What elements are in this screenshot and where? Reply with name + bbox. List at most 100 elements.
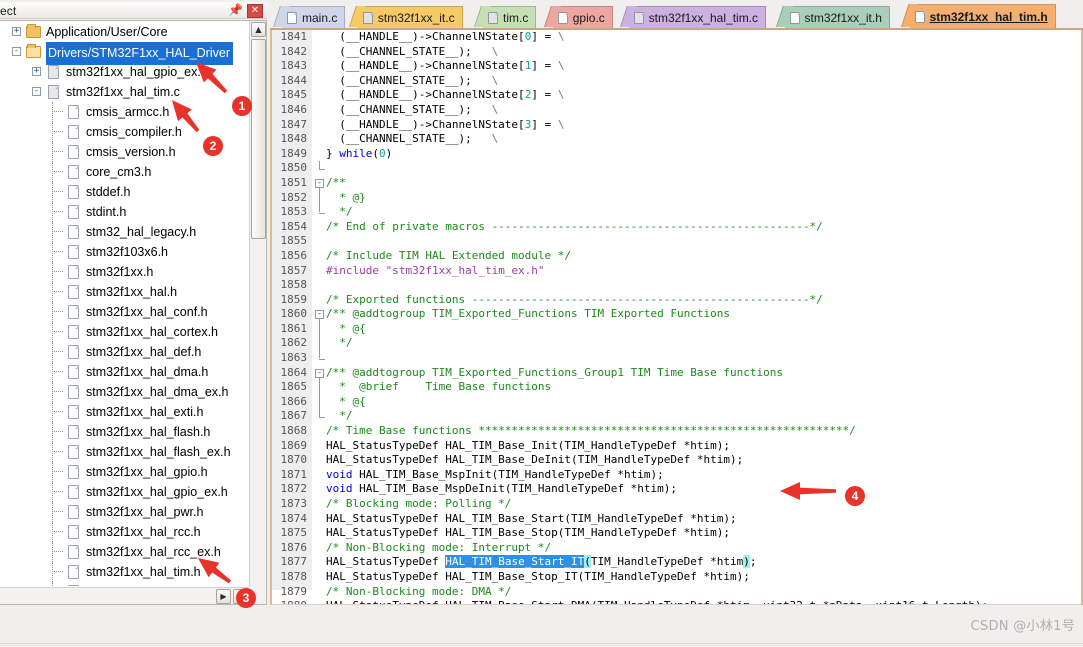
code-line[interactable]: * @{ bbox=[326, 395, 1081, 410]
code-line[interactable]: HAL_StatusTypeDef HAL_TIM_Base_Start_IT(… bbox=[326, 555, 1081, 570]
fold-toggle-icon[interactable]: - bbox=[315, 179, 324, 188]
watermark: CSDN @小林1号 bbox=[970, 619, 1075, 634]
code-line[interactable]: /* Include TIM HAL Extended module */ bbox=[326, 249, 1081, 264]
editor-tab[interactable]: stm32f1xx_it.h bbox=[775, 6, 890, 28]
tree-item[interactable]: stm32f1xx_hal_dma_ex.h bbox=[0, 382, 248, 402]
code-line[interactable]: /* Exported functions ------------------… bbox=[326, 293, 1081, 308]
tree-item-label: stm32f1xx_hal_gpio_ex.h bbox=[86, 485, 228, 499]
code-line[interactable]: (__HANDLE__)->ChannelNState[1] = \ bbox=[326, 59, 1081, 74]
tree-item-label: stm32f1xx_hal_flash.h bbox=[86, 425, 211, 439]
code-line[interactable]: (__HANDLE__)->ChannelNState[2] = \ bbox=[326, 88, 1081, 103]
code-line[interactable]: HAL_StatusTypeDef HAL_TIM_Base_Start(TIM… bbox=[326, 512, 1081, 527]
code-line[interactable]: (__CHANNEL_STATE__); \ bbox=[326, 74, 1081, 89]
code-line[interactable]: (__CHANNEL_STATE__); \ bbox=[326, 103, 1081, 118]
fold-toggle-icon[interactable]: - bbox=[315, 310, 324, 320]
tree-item[interactable]: stm32f1xx_hal_rcc.h bbox=[0, 522, 248, 542]
tree-item[interactable]: - Drivers/STM32F1xx_HAL_Driver bbox=[0, 42, 248, 65]
close-icon[interactable]: ✕ bbox=[247, 4, 263, 18]
code-line[interactable]: /** @addtogroup TIM_Exported_Functions_G… bbox=[326, 366, 1081, 381]
tree-item[interactable]: stddef.h bbox=[0, 182, 248, 202]
code-line[interactable] bbox=[326, 234, 1081, 249]
code-line[interactable]: * @{ bbox=[326, 322, 1081, 337]
code-line[interactable]: */ bbox=[326, 336, 1081, 351]
code-line[interactable]: /* Time Base functions *****************… bbox=[326, 424, 1081, 439]
tree-item[interactable]: stm32f1xx.h bbox=[0, 262, 248, 282]
tree-expand-icon[interactable]: + bbox=[32, 67, 41, 76]
tree-connector-vertical bbox=[52, 482, 53, 502]
tree-item[interactable]: stm32f1xx_hal_rcc_ex.h bbox=[0, 542, 248, 562]
tree-item[interactable]: stm32f1xx_hal.h bbox=[0, 282, 248, 302]
code-line[interactable]: (__HANDLE__)->ChannelNState[3] = \ bbox=[326, 118, 1081, 133]
code-line[interactable]: */ bbox=[326, 205, 1081, 220]
code-line[interactable]: HAL_StatusTypeDef HAL_TIM_Base_DeInit(TI… bbox=[326, 453, 1081, 468]
code-line[interactable]: } while(0) bbox=[326, 147, 1081, 162]
tree-item[interactable]: stm32f1xx_hal_cortex.h bbox=[0, 322, 248, 342]
code-line[interactable]: void HAL_TIM_Base_MspDeInit(TIM_HandleTy… bbox=[326, 482, 1081, 497]
code-line[interactable]: * @brief Time Base functions bbox=[326, 380, 1081, 395]
tree-connector-vertical bbox=[52, 402, 53, 422]
tree-item[interactable]: stm32f1xx_hal_pwr.h bbox=[0, 502, 248, 522]
tree-item[interactable]: cmsis_armcc.h bbox=[0, 102, 248, 122]
tree-item[interactable]: stm32f1xx_hal_conf.h bbox=[0, 302, 248, 322]
tree-collapse-icon[interactable]: - bbox=[32, 87, 41, 96]
editor-tab[interactable]: stm32f1xx_hal_tim.h bbox=[900, 4, 1056, 28]
code-folding-gutter[interactable]: ----- bbox=[312, 30, 326, 590]
code-line[interactable]: /* Blocking mode: Polling */ bbox=[326, 497, 1081, 512]
code-editor[interactable]: 1841 1842 1843 1844 1845 1846 1847 1848 1849 1850… bbox=[270, 30, 1083, 622]
editor-tab[interactable]: tim.c bbox=[474, 6, 537, 28]
tree-item[interactable]: stm32f1xx_hal_flash.h bbox=[0, 422, 248, 442]
code-content[interactable]: (__HANDLE__)->ChannelNState[0] = \ (__CH… bbox=[326, 30, 1081, 620]
editor-tab[interactable]: stm32f1xx_it.c bbox=[348, 6, 463, 28]
fold-toggle-icon[interactable]: - bbox=[315, 368, 324, 378]
tree-item[interactable]: stm32f1xx_hal_gpio.h bbox=[0, 462, 248, 482]
tree-scroll-right-button[interactable]: ▶ bbox=[216, 589, 231, 604]
tree-connector bbox=[52, 211, 63, 212]
editor-tab[interactable]: gpio.c bbox=[543, 6, 613, 28]
tree-item[interactable]: stm32f1xx_hal_tim.h bbox=[0, 562, 248, 582]
tree-item[interactable]: stm32f1xx_hal_tim_ex.h bbox=[0, 582, 248, 586]
code-line[interactable]: (__HANDLE__)->ChannelNState[0] = \ bbox=[326, 30, 1081, 45]
tree-item[interactable]: stm32f1xx_hal_dma.h bbox=[0, 362, 248, 382]
tree-horizontal-scrollbar[interactable]: ▶ ▼ bbox=[0, 587, 249, 604]
code-line[interactable] bbox=[326, 278, 1081, 293]
code-token: HAL_StatusTypeDef HAL_TIM_Base_Stop_IT(T… bbox=[326, 569, 750, 583]
code-line[interactable] bbox=[326, 161, 1081, 176]
fold-line bbox=[319, 409, 320, 417]
tree-item[interactable]: stm32f1xx_hal_def.h bbox=[0, 342, 248, 362]
code-line[interactable]: /* Non-Blocking mode: DMA */ bbox=[326, 585, 1081, 600]
code-line[interactable]: /* End of private macros ---------------… bbox=[326, 220, 1081, 235]
tree-scroll-up-button[interactable]: ▲ bbox=[251, 22, 266, 37]
tree-item[interactable]: stm32_hal_legacy.h bbox=[0, 222, 248, 242]
tree-vertical-scroll-thumb[interactable] bbox=[251, 39, 266, 239]
code-line[interactable] bbox=[326, 351, 1081, 366]
pin-icon[interactable]: 📌 bbox=[228, 4, 243, 17]
code-line[interactable]: void HAL_TIM_Base_MspInit(TIM_HandleType… bbox=[326, 468, 1081, 483]
tree-item[interactable]: core_cm3.h bbox=[0, 162, 248, 182]
code-line[interactable]: (__CHANNEL_STATE__); \ bbox=[326, 45, 1081, 60]
code-line[interactable]: * @} bbox=[326, 191, 1081, 206]
editor-tab[interactable]: stm32f1xx_hal_tim.c bbox=[619, 6, 767, 28]
tree-expand-icon[interactable]: + bbox=[12, 27, 21, 36]
code-line[interactable]: /** bbox=[326, 176, 1081, 191]
tree-item[interactable]: stm32f1xx_hal_exti.h bbox=[0, 402, 248, 422]
tree-connector bbox=[52, 151, 63, 152]
code-line[interactable]: #include "stm32f1xx_hal_tim_ex.h" bbox=[326, 264, 1081, 279]
editor-tab[interactable]: main.c bbox=[273, 6, 346, 28]
tree-item[interactable]: - stm32f1xx_hal_tim.c bbox=[0, 82, 248, 102]
tree-item[interactable]: + Application/User/Core bbox=[0, 22, 248, 42]
tree-collapse-icon[interactable]: - bbox=[12, 47, 21, 56]
code-line[interactable]: (__CHANNEL_STATE__); \ bbox=[326, 132, 1081, 147]
tree-item[interactable]: stdint.h bbox=[0, 202, 248, 222]
code-line[interactable]: /* Non-Blocking mode: Interrupt */ bbox=[326, 541, 1081, 556]
tree-item[interactable]: + stm32f1xx_hal_gpio_ex. bbox=[0, 62, 248, 82]
code-line[interactable]: HAL_StatusTypeDef HAL_TIM_Base_Stop_IT(T… bbox=[326, 570, 1081, 585]
line-number: 1864 bbox=[280, 365, 308, 379]
code-line[interactable]: /** @addtogroup TIM_Exported_Functions T… bbox=[326, 307, 1081, 322]
tree-item[interactable]: stm32f103x6.h bbox=[0, 242, 248, 262]
tree-item[interactable]: stm32f1xx_hal_flash_ex.h bbox=[0, 442, 248, 462]
comment-text: /* Time Base functions *****************… bbox=[326, 424, 856, 438]
code-line[interactable]: HAL_StatusTypeDef HAL_TIM_Base_Stop(TIM_… bbox=[326, 526, 1081, 541]
code-line[interactable]: */ bbox=[326, 409, 1081, 424]
code-line[interactable]: HAL_StatusTypeDef HAL_TIM_Base_Init(TIM_… bbox=[326, 439, 1081, 454]
tree-item[interactable]: stm32f1xx_hal_gpio_ex.h bbox=[0, 482, 248, 502]
